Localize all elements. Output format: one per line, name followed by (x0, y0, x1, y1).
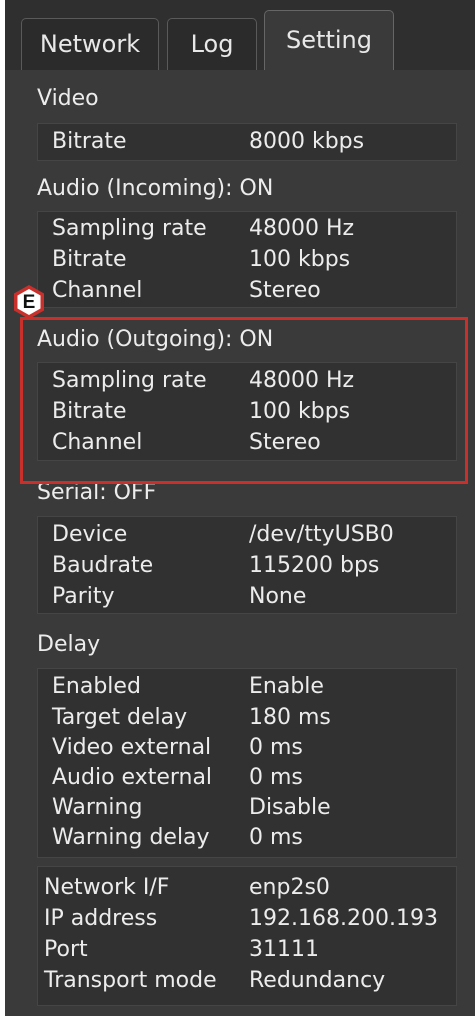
setting-label: Sampling rate (52, 216, 207, 241)
setting-content: Video Bitrate 8000 kbps Audio (Incoming)… (5, 70, 475, 1016)
setting-label: Device (52, 522, 128, 547)
setting-value: /dev/ttyUSB0 (249, 522, 394, 547)
annotation-badge: E (11, 284, 47, 320)
setting-value: 0 ms (249, 825, 303, 850)
setting-label: Bitrate (52, 129, 127, 154)
setting-label: Warning delay (52, 825, 210, 850)
setting-label: Port (44, 937, 88, 962)
audio-incoming-section-title: Audio (Incoming): ON (37, 176, 274, 201)
setting-value: 48000 Hz (249, 216, 355, 241)
delay-group: Enabled Enable Target delay 180 ms Video… (37, 668, 457, 858)
setting-value: 115200 bps (249, 553, 380, 578)
setting-label: Audio external (52, 765, 213, 790)
setting-label: Warning (52, 795, 143, 820)
tab-log[interactable]: Log (167, 18, 257, 70)
setting-value: 0 ms (249, 765, 303, 790)
setting-value: None (249, 584, 307, 609)
setting-label: Baudrate (52, 553, 154, 578)
setting-label: Channel (52, 278, 143, 303)
tab-bar: Network Log Setting (5, 0, 475, 70)
setting-value: 100 kbps (249, 247, 351, 272)
setting-value: Redundancy (249, 968, 386, 993)
audio-incoming-group: Sampling rate 48000 Hz Bitrate 100 kbps … (37, 211, 457, 308)
setting-value: 180 ms (249, 705, 331, 730)
highlight-box (20, 317, 468, 484)
setting-value: Stereo (249, 278, 321, 303)
setting-label: Network I/F (44, 875, 170, 900)
setting-label: IP address (44, 906, 158, 931)
setting-label: Bitrate (52, 247, 127, 272)
tab-setting[interactable]: Setting (264, 10, 394, 70)
video-group: Bitrate 8000 kbps (37, 123, 457, 161)
settings-panel: Network Log Setting Video Bitrate 8000 k… (5, 0, 475, 1016)
setting-value: Disable (249, 795, 331, 820)
network-info-group: Network I/F enp2s0 IP address 192.168.20… (37, 866, 457, 1006)
setting-value: 192.168.200.193 (249, 906, 438, 931)
annotation-label: E (22, 292, 36, 313)
video-section-title: Video (37, 86, 99, 111)
setting-value: 31111 (249, 937, 319, 962)
setting-value: 0 ms (249, 735, 303, 760)
setting-label: Transport mode (44, 968, 217, 993)
setting-label: Target delay (52, 705, 188, 730)
serial-group: Device /dev/ttyUSB0 Baudrate 115200 bps … (37, 516, 457, 614)
setting-value: Enable (249, 674, 324, 699)
tab-network[interactable]: Network (21, 18, 159, 70)
setting-label: Enabled (52, 674, 141, 699)
delay-section-title: Delay (37, 632, 101, 657)
setting-label: Video external (52, 735, 212, 760)
setting-label: Parity (52, 584, 115, 609)
setting-value: enp2s0 (249, 875, 330, 900)
setting-value: 8000 kbps (249, 129, 365, 154)
